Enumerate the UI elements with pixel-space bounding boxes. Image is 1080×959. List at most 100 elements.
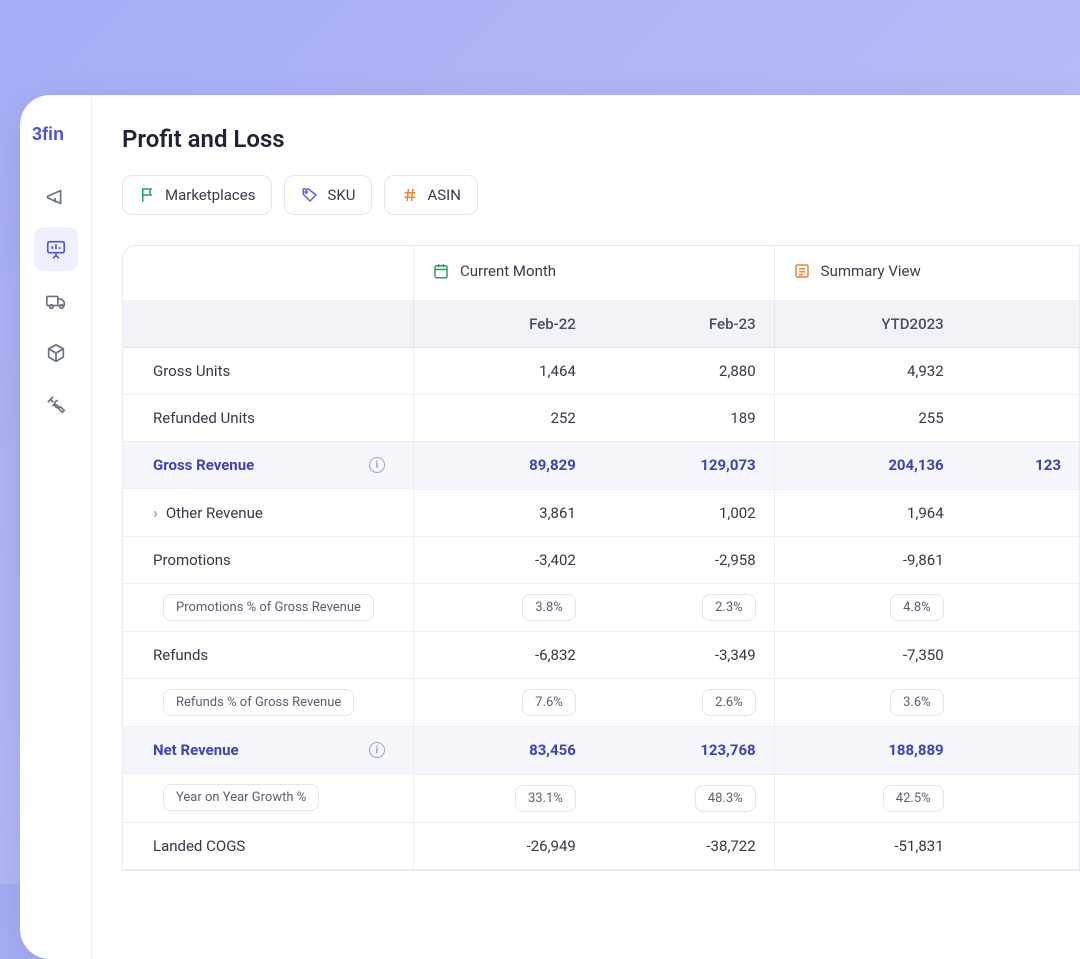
filter-label: SKU (327, 186, 355, 204)
app-window: 3 fin Profit and Loss (20, 95, 1080, 959)
metric-badge: Promotions % of Gross Revenue (163, 594, 374, 621)
cell-value: 42.5% (774, 774, 962, 822)
column-header-row: Feb-22 Feb-23 YTD2023 (123, 301, 1079, 348)
cell-value: -3,349 (594, 632, 774, 679)
cell-value: 204,136 (774, 442, 962, 490)
filter-label: Marketplaces (165, 186, 255, 204)
value-badge: 4.8% (890, 594, 944, 621)
row-label: Landed COGS (123, 822, 414, 869)
info-icon[interactable]: i (369, 742, 385, 758)
row-label[interactable]: Other Revenue (123, 489, 414, 537)
value-badge: 33.1% (515, 785, 576, 812)
cell-value (962, 395, 1079, 442)
cell-value: 2,880 (594, 348, 774, 395)
cell-value: 255 (774, 395, 962, 442)
cell-value: 1,002 (594, 489, 774, 537)
filter-asin[interactable]: ASIN (384, 175, 477, 215)
group-header-label: Summary View (821, 262, 921, 280)
table-row: Year on Year Growth % 33.1% 48.3% 42.5% (123, 774, 1079, 822)
cell-value: -26,949 (414, 822, 594, 869)
cell-value: -2,958 (594, 537, 774, 584)
cell-value: 252 (414, 395, 594, 442)
cell-value: 1,964 (774, 489, 962, 537)
value-badge: 3.8% (522, 594, 576, 621)
table-row: Landed COGS-26,949-38,722-51,831 (123, 822, 1079, 869)
cell-value: 189 (594, 395, 774, 442)
sidebar: 3 fin (20, 95, 92, 959)
cell-value: 3,861 (414, 489, 594, 537)
row-label: Gross Units (123, 348, 414, 395)
nav-shipping[interactable] (34, 279, 78, 323)
cell-value: 4,932 (774, 348, 962, 395)
filter-marketplaces[interactable]: Marketplaces (122, 175, 272, 215)
cell-value: 48.3% (594, 774, 774, 822)
cell-value: 83,456 (414, 727, 594, 775)
cell-value: -6,832 (414, 632, 594, 679)
cell-value: 1,464 (414, 348, 594, 395)
nav-inventory[interactable] (34, 331, 78, 375)
table-row: Promotions-3,402-2,958-9,861 (123, 537, 1079, 584)
value-badge: 3.6% (890, 689, 944, 716)
cell-value: 2.3% (594, 584, 774, 632)
cell-value: 3.8% (414, 584, 594, 632)
cell-value: 123 (962, 442, 1079, 490)
cell-value: -7,350 (774, 632, 962, 679)
row-label: Promotions (123, 537, 414, 584)
cell-value (962, 727, 1079, 775)
svg-text:fin: fin (42, 124, 64, 144)
value-badge: 2.3% (702, 594, 756, 621)
col-header: Feb-22 (414, 301, 594, 348)
filter-label: ASIN (427, 186, 460, 204)
calendar-icon (432, 262, 450, 280)
value-badge: 48.3% (695, 785, 756, 812)
cell-value: -51,831 (774, 822, 962, 869)
nav-presentation[interactable] (34, 227, 78, 271)
info-icon[interactable]: i (369, 457, 385, 473)
nav-tools[interactable] (34, 383, 78, 427)
table-row: Gross Units1,4642,8804,932 (123, 348, 1079, 395)
brand-logo: 3 fin (32, 123, 80, 165)
row-label: Refunds (123, 632, 414, 679)
table-row: Refunds % of Gross Revenue 7.6% 2.6% 3.6% (123, 679, 1079, 727)
cell-value (962, 537, 1079, 584)
value-badge: 2.6% (702, 689, 756, 716)
metric-badge: Year on Year Growth % (163, 784, 319, 811)
table-row: Net Revenuei83,456123,768188,889 (123, 727, 1079, 775)
cell-value: 129,073 (594, 442, 774, 490)
table-row: Promotions % of Gross Revenue 3.8% 2.3% 4.8… (123, 584, 1079, 632)
cell-value: 7.6% (414, 679, 594, 727)
value-badge: 7.6% (522, 689, 576, 716)
flag-icon (139, 186, 157, 204)
cell-value: 2.6% (594, 679, 774, 727)
col-header: Feb-23 (594, 301, 774, 348)
cell-value: 33.1% (414, 774, 594, 822)
cell-value: 3.6% (774, 679, 962, 727)
cell-value (962, 679, 1079, 727)
list-icon (793, 262, 811, 280)
sidebar-nav (34, 175, 78, 427)
table-row: Refunds-6,832-3,349-7,350 (123, 632, 1079, 679)
row-label: Refunds % of Gross Revenue (123, 679, 414, 727)
col-header: YTD2023 (774, 301, 962, 348)
table-row: Refunded Units252189255 (123, 395, 1079, 442)
col-header (962, 301, 1079, 348)
filter-sku[interactable]: SKU (284, 175, 372, 215)
row-label: Refunded Units (123, 395, 414, 442)
svg-text:3: 3 (32, 124, 42, 144)
cell-value (962, 348, 1079, 395)
row-label: Promotions % of Gross Revenue (123, 584, 414, 632)
value-badge: 42.5% (883, 785, 944, 812)
main-content: Profit and Loss Marketplaces SKU ASIN (92, 95, 1080, 959)
table-row: Gross Revenuei89,829129,073204,136123 (123, 442, 1079, 490)
cell-value: 4.8% (774, 584, 962, 632)
cell-value: -38,722 (594, 822, 774, 869)
row-label: Gross Revenuei (123, 442, 413, 489)
cell-value: 89,829 (414, 442, 594, 490)
nav-announcements[interactable] (34, 175, 78, 219)
table-row: Other Revenue3,8611,0021,964 (123, 489, 1079, 537)
cell-value (962, 584, 1079, 632)
col-header (123, 301, 414, 348)
metric-badge: Refunds % of Gross Revenue (163, 689, 354, 716)
cell-value: -9,861 (774, 537, 962, 584)
cell-value (962, 774, 1079, 822)
